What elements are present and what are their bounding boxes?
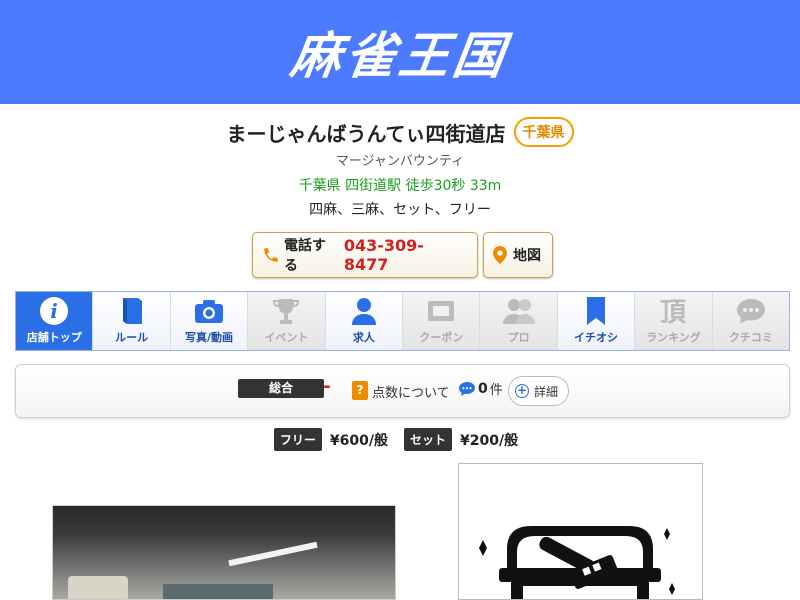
- tab-photos[interactable]: 写真/動画: [170, 292, 249, 350]
- tab-label: 求人: [352, 331, 375, 344]
- tab-label: 店舗トップ: [26, 331, 82, 344]
- shop-name: まーじゃんばうんてぃ四街道店: [226, 121, 506, 146]
- help-icon[interactable]: ?: [352, 381, 368, 400]
- price-value-set: ¥200/般: [460, 432, 519, 449]
- shop-title-row: まーじゃんばうんてぃ四街道店 千葉県: [0, 117, 800, 147]
- chat-bubble-icon: [735, 296, 767, 326]
- tab-label: ルール: [115, 331, 149, 344]
- tab-rules[interactable]: ルール: [93, 292, 171, 350]
- person-icon: [350, 296, 378, 326]
- overall-score-value: -: [323, 376, 331, 397]
- price-value-free: ¥600/般: [329, 432, 388, 449]
- info-icon: i: [39, 296, 69, 326]
- svg-text:i: i: [50, 299, 58, 323]
- plus-circle-icon: +: [515, 383, 529, 398]
- phone-number: 043-309-8477: [343, 236, 424, 274]
- comment-count-value: 0: [478, 380, 488, 397]
- shop-logo-image[interactable]: [458, 463, 703, 600]
- phone-button[interactable]: 電話する 043-309-8477: [252, 232, 478, 278]
- map-pin-icon: [493, 246, 507, 264]
- score-detail-button[interactable]: + 詳細: [508, 376, 570, 406]
- chair-shape: [68, 576, 128, 599]
- tab-label: クチコミ: [728, 331, 773, 344]
- price-tag-free: フリー: [273, 428, 322, 451]
- bookmark-icon: [585, 296, 607, 326]
- book-icon: [119, 296, 145, 326]
- shop-interior-photo[interactable]: [52, 505, 396, 600]
- site-header: 麻雀王国: [0, 0, 800, 104]
- map-button[interactable]: 地図: [483, 232, 553, 278]
- tab-coupons[interactable]: クーポン: [403, 292, 481, 350]
- score-detail-label: 詳細: [534, 384, 559, 399]
- comment-bubble-icon: [459, 381, 475, 396]
- tab-recommend[interactable]: イチオシ: [557, 292, 636, 350]
- tab-pros[interactable]: プロ: [480, 292, 558, 350]
- tab-label: イベント: [264, 331, 309, 344]
- shop-games: 四麻、三麻、セット、フリー: [309, 202, 491, 218]
- tab-label: クーポン: [419, 331, 464, 344]
- comment-count[interactable]: 0 件: [458, 379, 503, 398]
- comment-count-unit: 件: [489, 383, 503, 398]
- tab-ranking[interactable]: 頂 ランキング: [635, 292, 713, 350]
- tab-label: プロ: [507, 331, 530, 344]
- tab-shop-top[interactable]: i 店舗トップ: [16, 292, 94, 350]
- prefecture-badge[interactable]: 千葉県: [513, 117, 574, 147]
- price-row: フリー ¥600/般 セット ¥200/般: [0, 428, 800, 451]
- ceiling-light: [228, 541, 318, 567]
- mahjong-table-shape: [163, 584, 273, 599]
- svg-text:頂: 頂: [660, 298, 687, 326]
- score-panel: 総合 - ? 点数について 0 件 + 詳細: [15, 364, 790, 418]
- overall-score-label: 総合: [238, 379, 324, 398]
- shop-access: 千葉県 四街道駅 徒歩30秒 33m: [298, 178, 502, 194]
- camera-icon: [193, 296, 225, 326]
- tab-label: 写真/動画: [185, 331, 234, 344]
- phone-icon: [262, 246, 280, 264]
- tab-jobs[interactable]: 求人: [325, 292, 404, 350]
- ticket-icon: [426, 296, 456, 326]
- tab-label: イチオシ: [574, 331, 619, 344]
- price-tag-set: セット: [404, 428, 453, 451]
- tab-events[interactable]: イベント: [248, 292, 326, 350]
- shop-tab-nav: i 店舗トップ ルール 写真/動画 イベント 求人 クーポン プロ イチオシ 頂…: [15, 291, 790, 351]
- shop-kana: マージャンバウンティ: [335, 154, 465, 169]
- site-logo[interactable]: 麻雀王国: [287, 16, 513, 88]
- crown-kanji-icon: 頂: [658, 296, 688, 326]
- tab-label: ランキング: [646, 331, 701, 344]
- people-icon: [502, 296, 536, 326]
- map-button-label: 地図: [513, 248, 541, 264]
- treasure-chest-icon: [479, 526, 675, 599]
- tab-reviews[interactable]: クチコミ: [712, 292, 790, 350]
- trophy-icon: [271, 296, 301, 326]
- phone-button-label: 電話する: [284, 238, 326, 274]
- score-about-link[interactable]: 点数について: [372, 382, 450, 401]
